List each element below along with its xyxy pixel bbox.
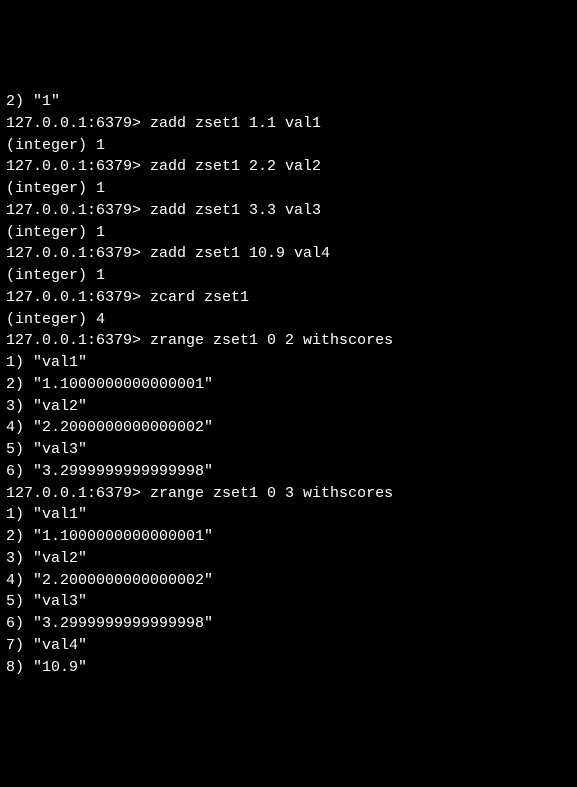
output-line: 4) "2.2000000000000002" bbox=[6, 417, 571, 439]
command-text: zadd zset1 1.1 val1 bbox=[150, 115, 321, 132]
output-line: 2) "1" bbox=[6, 91, 571, 113]
output-line: (integer) 1 bbox=[6, 265, 571, 287]
prompt: 127.0.0.1:6379> bbox=[6, 158, 150, 175]
output-line: 1) "val1" bbox=[6, 504, 571, 526]
command-text: zadd zset1 3.3 val3 bbox=[150, 202, 321, 219]
command-line[interactable]: 127.0.0.1:6379> zadd zset1 1.1 val1 bbox=[6, 113, 571, 135]
command-text: zrange zset1 0 2 withscores bbox=[150, 332, 393, 349]
output-line: (integer) 1 bbox=[6, 222, 571, 244]
output-line: (integer) 1 bbox=[6, 135, 571, 157]
output-line: 3) "val2" bbox=[6, 548, 571, 570]
prompt: 127.0.0.1:6379> bbox=[6, 245, 150, 262]
output-line: 7) "val4" bbox=[6, 635, 571, 657]
command-text: zadd zset1 10.9 val4 bbox=[150, 245, 330, 262]
command-line[interactable]: 127.0.0.1:6379> zrange zset1 0 3 withsco… bbox=[6, 483, 571, 505]
prompt: 127.0.0.1:6379> bbox=[6, 115, 150, 132]
output-line: (integer) 4 bbox=[6, 309, 571, 331]
output-line: 5) "val3" bbox=[6, 591, 571, 613]
prompt: 127.0.0.1:6379> bbox=[6, 485, 150, 502]
output-line: 4) "2.2000000000000002" bbox=[6, 570, 571, 592]
command-line[interactable]: 127.0.0.1:6379> zadd zset1 10.9 val4 bbox=[6, 243, 571, 265]
output-line: 3) "val2" bbox=[6, 396, 571, 418]
command-line[interactable]: 127.0.0.1:6379> zrange zset1 0 2 withsco… bbox=[6, 330, 571, 352]
output-line: 5) "val3" bbox=[6, 439, 571, 461]
command-line[interactable]: 127.0.0.1:6379> zcard zset1 bbox=[6, 287, 571, 309]
prompt: 127.0.0.1:6379> bbox=[6, 289, 150, 306]
output-line: 8) "10.9" bbox=[6, 657, 571, 679]
terminal-output[interactable]: 2) "1"127.0.0.1:6379> zadd zset1 1.1 val… bbox=[6, 91, 571, 678]
command-text: zcard zset1 bbox=[150, 289, 249, 306]
command-line[interactable]: 127.0.0.1:6379> zadd zset1 2.2 val2 bbox=[6, 156, 571, 178]
prompt: 127.0.0.1:6379> bbox=[6, 202, 150, 219]
command-line[interactable]: 127.0.0.1:6379> zadd zset1 3.3 val3 bbox=[6, 200, 571, 222]
output-line: 6) "3.2999999999999998" bbox=[6, 461, 571, 483]
output-line: 2) "1.1000000000000001" bbox=[6, 374, 571, 396]
command-text: zrange zset1 0 3 withscores bbox=[150, 485, 393, 502]
output-line: 6) "3.2999999999999998" bbox=[6, 613, 571, 635]
output-line: 1) "val1" bbox=[6, 352, 571, 374]
output-line: 2) "1.1000000000000001" bbox=[6, 526, 571, 548]
prompt: 127.0.0.1:6379> bbox=[6, 332, 150, 349]
command-text: zadd zset1 2.2 val2 bbox=[150, 158, 321, 175]
output-line: (integer) 1 bbox=[6, 178, 571, 200]
